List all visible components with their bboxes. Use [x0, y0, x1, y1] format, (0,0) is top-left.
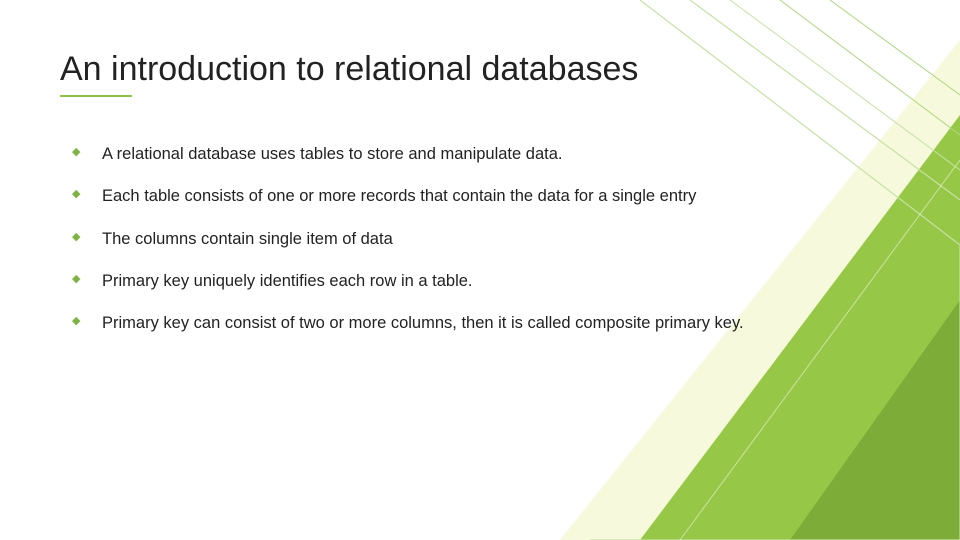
slide-content: An introduction to relational databases …: [0, 0, 960, 334]
bullet-list: A relational database uses tables to sto…: [60, 143, 890, 334]
list-item: Primary key uniquely identifies each row…: [86, 270, 890, 292]
list-item: Primary key can consist of two or more c…: [86, 312, 890, 334]
slide-title: An introduction to relational databases: [60, 50, 890, 89]
slide: An introduction to relational databases …: [0, 0, 960, 540]
list-item: Each table consists of one or more recor…: [86, 185, 890, 207]
list-item: A relational database uses tables to sto…: [86, 143, 890, 165]
list-item: The columns contain single item of data: [86, 228, 890, 250]
title-underline: [60, 95, 132, 97]
